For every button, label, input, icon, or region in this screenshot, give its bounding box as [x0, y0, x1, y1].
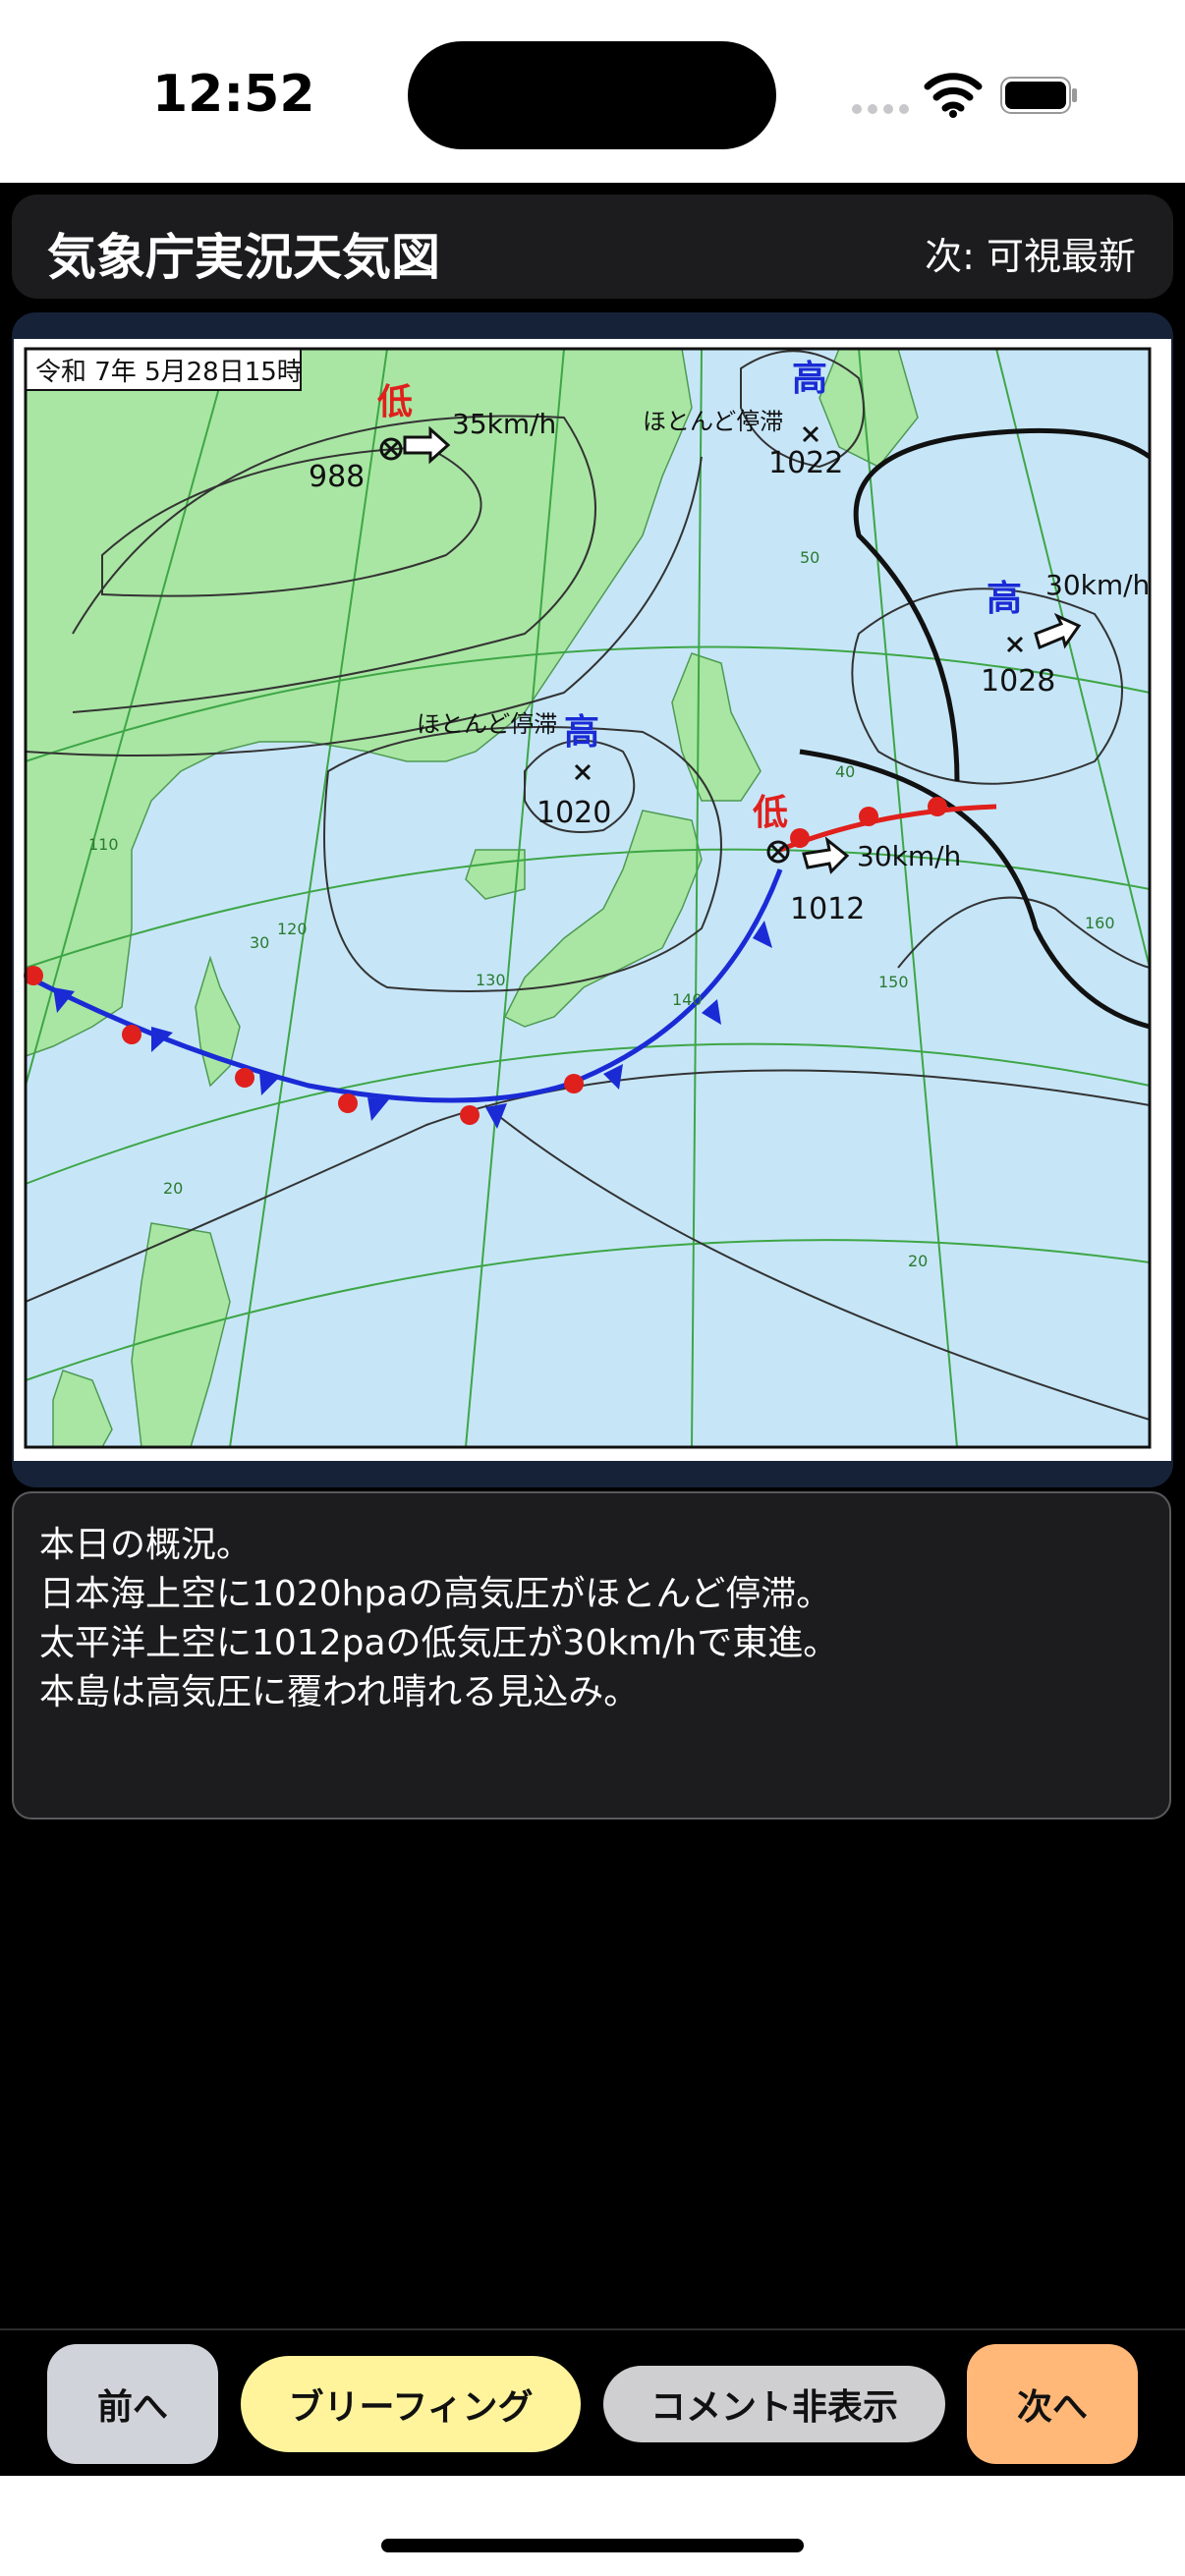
- comment-line: 本日の概況。: [39, 1525, 253, 1565]
- home-area: [0, 2476, 1185, 2576]
- system-3-kind: 高: [987, 579, 1022, 619]
- toggle-comment-button[interactable]: コメント非表示: [603, 2366, 945, 2442]
- comment-line: 本島は高気圧に覆われ晴れる見込み。: [39, 1672, 640, 1712]
- system-1-pressure: 988: [309, 460, 365, 494]
- comment-line: 日本海上空に1020hpaの高気圧がほとんど停滞。: [39, 1574, 832, 1614]
- page-title: 気象庁実況天気図: [47, 229, 440, 286]
- system-2-speed: ほとんど停滞: [643, 408, 783, 435]
- system-3-speed: 30km/h: [1045, 569, 1150, 601]
- weather-map[interactable]: 令和 7年 5月28日15時 低 988 35km/h 高 1022 ほとんど停…: [14, 339, 1171, 1461]
- wifi-icon: [924, 73, 983, 118]
- grid-label: 160: [1085, 914, 1115, 932]
- grid-label: 50: [800, 548, 819, 567]
- system-4-kind: 高: [564, 712, 599, 753]
- comment-box[interactable]: 本日の概況。 日本海上空に1020hpaの高気圧がほとんど停滞。 太平洋上空に1…: [12, 1491, 1171, 1820]
- system-5-speed: 30km/h: [857, 840, 961, 872]
- system-4-speed: ほとんど停滞: [417, 710, 557, 738]
- cellular-signal-icon: [852, 104, 909, 114]
- status-time: 12:52: [152, 65, 315, 124]
- dynamic-island: [408, 41, 776, 149]
- weather-map-chart: 令和 7年 5月28日15時 低 988 35km/h 高 1022 ほとんど停…: [24, 347, 1152, 1449]
- comment-line: 太平洋上空に1012paの低気圧が30km/hで東進。: [39, 1623, 839, 1663]
- briefing-button[interactable]: ブリーフィング: [241, 2356, 581, 2452]
- system-2-kind: 高: [792, 359, 827, 399]
- system-5-kind: 低: [753, 793, 788, 833]
- status-bar: 12:52: [0, 0, 1185, 183]
- grid-label: 20: [908, 1252, 928, 1270]
- system-1-speed: 35km/h: [452, 408, 556, 440]
- system-2-pressure: 1022: [768, 446, 843, 480]
- battery-icon: [1000, 77, 1077, 114]
- grid-label: 140: [672, 990, 703, 1009]
- grid-label: 30: [250, 933, 269, 952]
- system-3-pressure: 1028: [981, 664, 1055, 699]
- grid-label: 120: [277, 920, 308, 938]
- grid-label: 110: [88, 835, 119, 854]
- system-4-pressure: 1020: [536, 796, 611, 830]
- prev-button[interactable]: 前へ: [47, 2344, 218, 2464]
- app-header: 気象庁実況天気図 次: 可視最新: [12, 195, 1173, 299]
- next-button[interactable]: 次へ: [967, 2344, 1138, 2464]
- home-indicator[interactable]: [381, 2539, 804, 2552]
- system-5-pressure: 1012: [790, 892, 865, 926]
- grid-label: 150: [878, 973, 909, 991]
- next-source-label[interactable]: 次: 可視最新: [925, 226, 1136, 280]
- grid-label: 40: [835, 762, 855, 781]
- map-date-label: 令和 7年 5月28日15時: [35, 358, 303, 387]
- system-1-kind: 低: [377, 382, 413, 422]
- grid-label: 130: [476, 971, 506, 989]
- grid-label: 20: [163, 1179, 183, 1198]
